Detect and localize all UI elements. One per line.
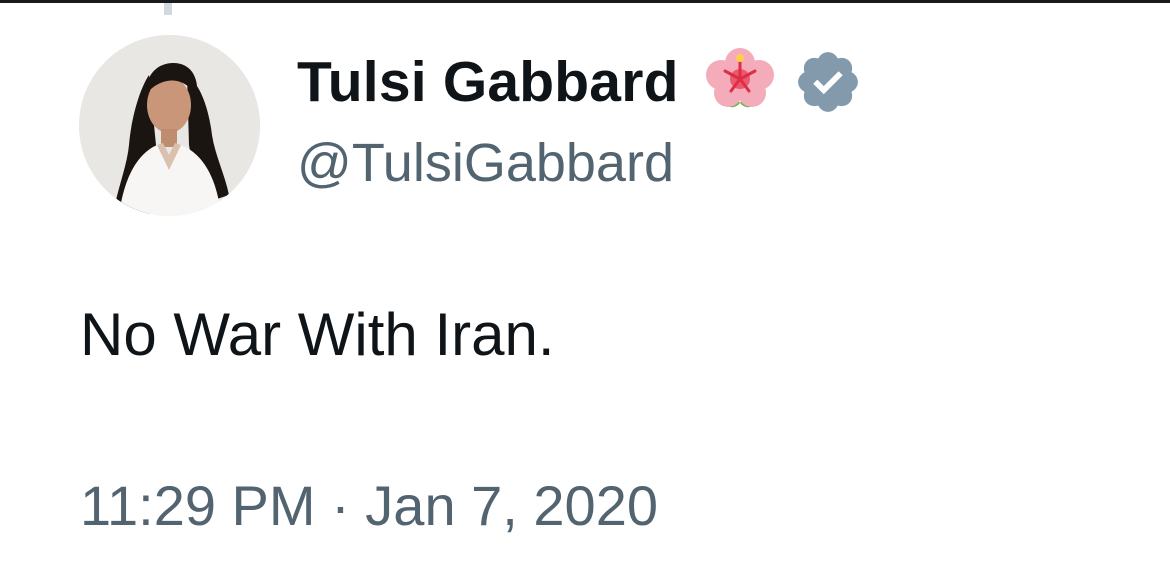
tweet-timestamp[interactable]: 11:29 PM · Jan 7, 2020 <box>80 478 658 534</box>
avatar-photo <box>79 35 260 216</box>
author-display-name[interactable]: Tulsi Gabbard <box>297 53 679 111</box>
top-divider <box>0 0 1170 3</box>
author-handle[interactable]: @TulsiGabbard <box>297 136 863 190</box>
avatar[interactable] <box>79 35 260 216</box>
author-name-row: Tulsi Gabbard <box>297 44 863 120</box>
thread-connector-line <box>164 3 172 15</box>
verified-badge-icon[interactable] <box>793 47 863 117</box>
tweet-text: No War With Iran. <box>80 301 555 368</box>
tweet-header: Tulsi Gabbard @TulsiGabbard <box>297 44 863 190</box>
hibiscus-icon <box>703 45 777 119</box>
